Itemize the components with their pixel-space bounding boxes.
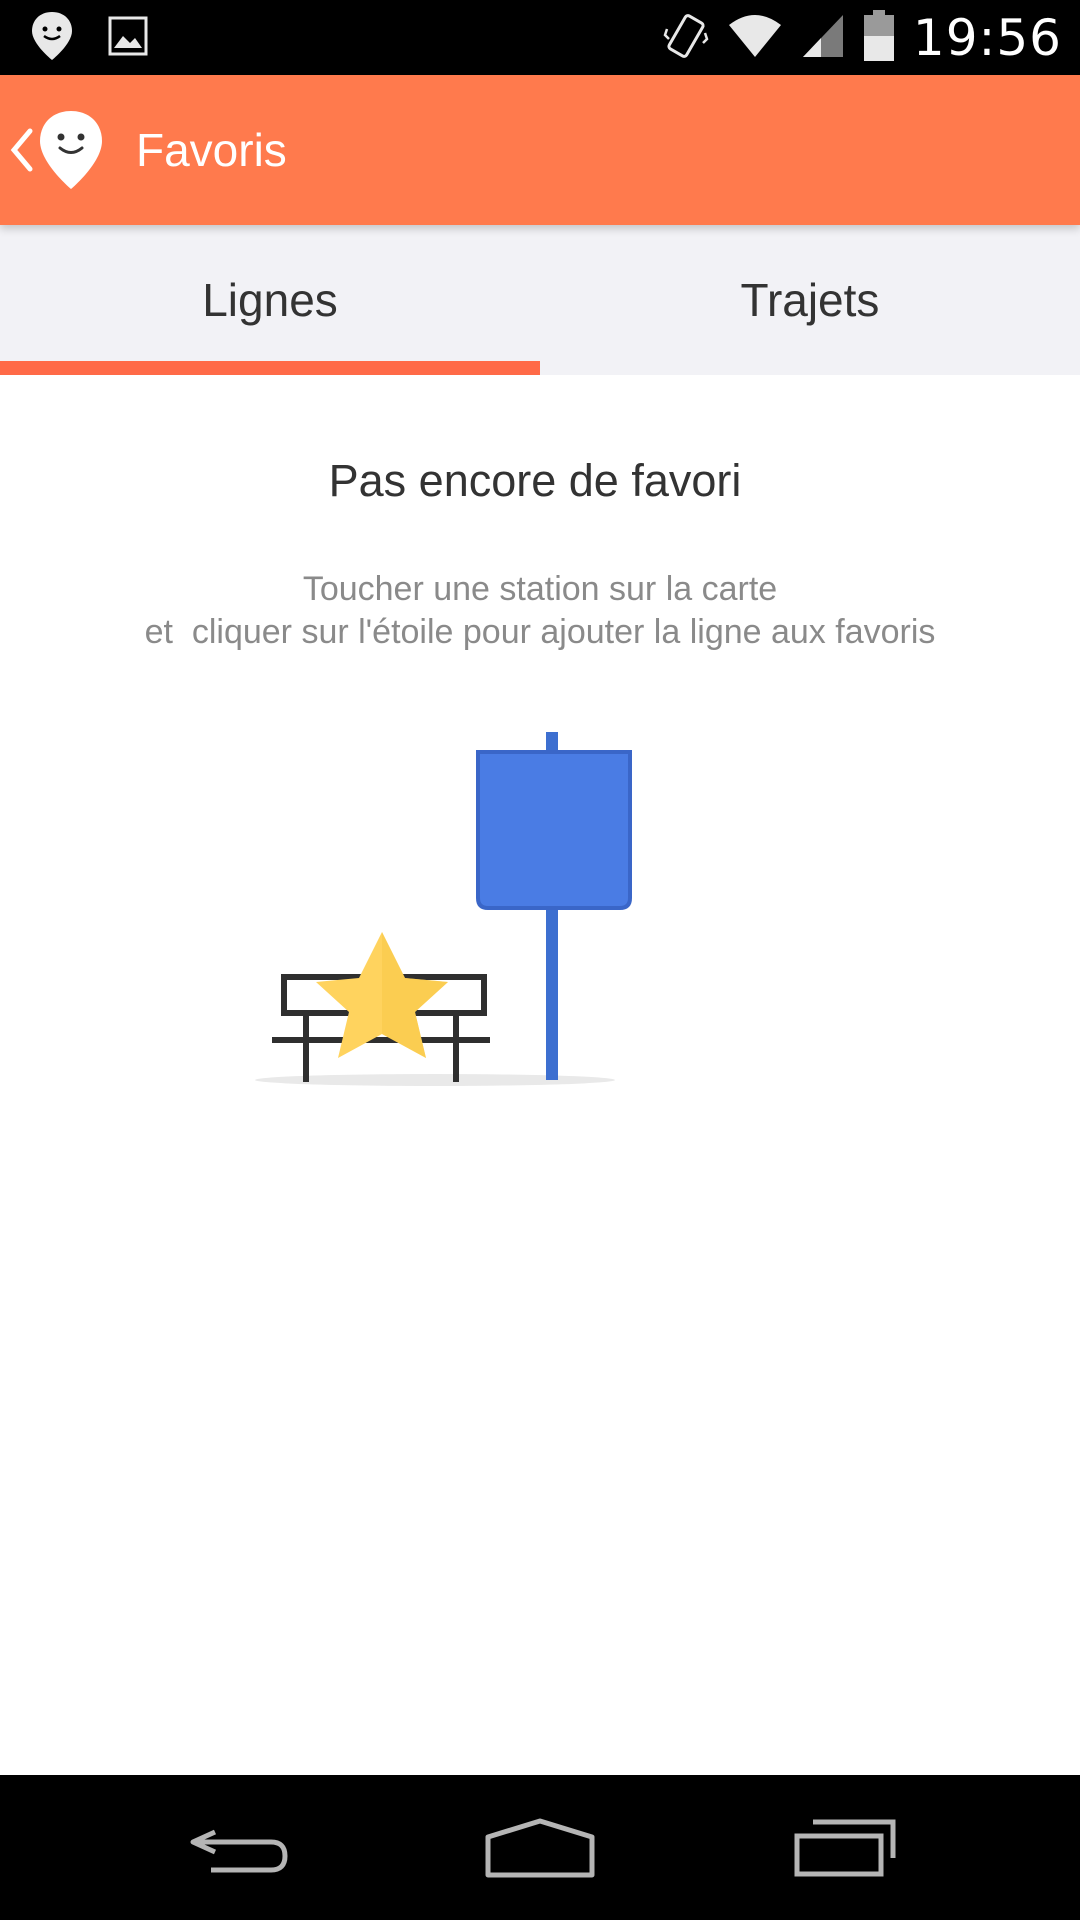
signal-icon	[801, 13, 845, 64]
up-navigation-button[interactable]	[6, 105, 126, 200]
nav-home-button[interactable]	[470, 1805, 610, 1895]
tab-lignes[interactable]: Lignes	[0, 225, 540, 375]
empty-state-description: Toucher une station sur la carte et cliq…	[0, 568, 1080, 654]
tab-bar: Lignes Trajets	[0, 225, 1080, 375]
screen: 19:56 Favoris Lignes Trajets Pas encore …	[0, 0, 1080, 1920]
home-icon	[484, 1817, 596, 1884]
nav-back-button[interactable]	[170, 1805, 310, 1895]
image-notification-icon	[108, 16, 148, 61]
empty-state-line-1: Toucher une station sur la carte	[302, 570, 778, 608]
wifi-icon	[727, 13, 783, 64]
tab-selected-indicator	[0, 361, 540, 375]
status-notifications	[30, 10, 148, 67]
system-nav-bar	[0, 1775, 1080, 1920]
battery-icon	[863, 9, 895, 67]
status-time: 19:56	[912, 9, 1062, 67]
vibrate-icon	[663, 11, 709, 66]
status-system: 19:56	[663, 6, 1062, 70]
recents-icon	[793, 1818, 897, 1883]
page-title: Favoris	[136, 124, 287, 176]
tab-trajets[interactable]: Trajets	[540, 225, 1080, 375]
empty-state-line-2: et cliquer sur l'étoile pour ajouter la …	[144, 613, 936, 651]
back-icon	[185, 1818, 295, 1883]
app-logo-icon	[36, 107, 106, 198]
bench-star-bus-stop-illustration	[240, 720, 640, 1100]
nav-recents-button[interactable]	[775, 1805, 915, 1895]
moovit-notification-icon	[30, 10, 74, 67]
status-bar: 19:56	[0, 0, 1080, 75]
chevron-left-icon	[6, 125, 36, 180]
bus-stop-sign	[476, 750, 632, 910]
app-bar: Favoris	[0, 75, 1080, 225]
empty-state-title: Pas encore de favori	[328, 455, 742, 506]
